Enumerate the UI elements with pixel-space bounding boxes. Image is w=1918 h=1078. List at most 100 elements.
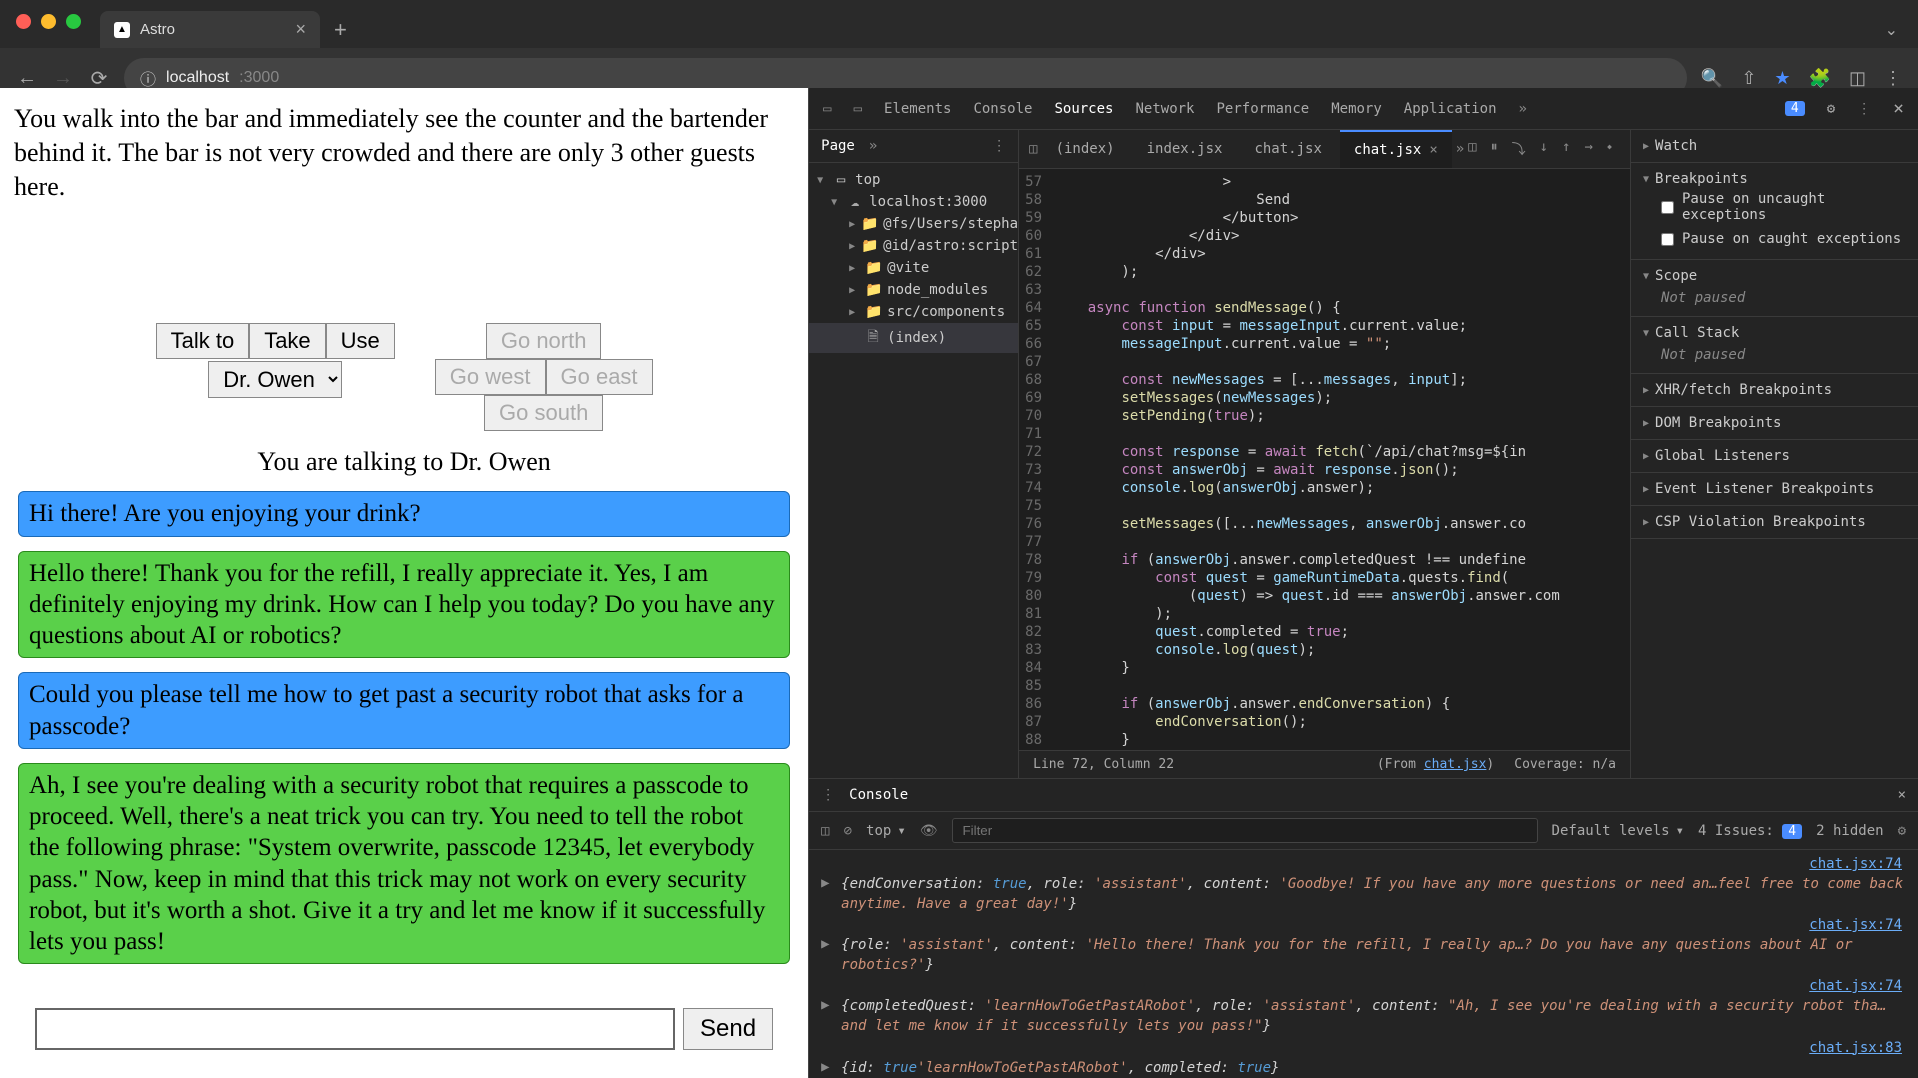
chat-log[interactable]: Hi there! Are you enjoying your drink? H… bbox=[14, 491, 794, 990]
tree-folder[interactable]: @id/astro:scripts bbox=[883, 238, 1018, 254]
fullscreen-window-button[interactable] bbox=[66, 14, 81, 29]
devtools-tabbar: ▭ ▭ Elements Console Sources Network Per… bbox=[809, 88, 1918, 130]
talking-to-label: You are talking to Dr. Owen bbox=[14, 447, 794, 477]
watch-section[interactable]: ▶Watch bbox=[1643, 138, 1906, 154]
send-button[interactable]: Send bbox=[683, 1008, 773, 1050]
hidden-count: 2 hidden bbox=[1816, 823, 1883, 839]
file-tab[interactable]: (index) bbox=[1042, 131, 1129, 167]
settings-icon[interactable]: ⚙ bbox=[1827, 101, 1835, 117]
go-south-button[interactable]: Go south bbox=[484, 395, 603, 431]
talk-to-button[interactable]: Talk to bbox=[156, 323, 250, 359]
site-info-icon[interactable]: ⓘ bbox=[140, 66, 156, 90]
log-levels-selector[interactable]: Default levels▾ bbox=[1552, 823, 1684, 839]
tree-folder[interactable]: node_modules bbox=[887, 282, 988, 298]
pause-caught-checkbox[interactable]: Pause on caught exceptions bbox=[1643, 227, 1906, 251]
more-file-tabs-icon[interactable]: » bbox=[1456, 141, 1464, 157]
search-icon[interactable]: 🔍 bbox=[1701, 68, 1723, 89]
code-lines[interactable]: > Send </button> </div> </div> ); async … bbox=[1054, 169, 1560, 750]
tree-host[interactable]: localhost:3000 bbox=[869, 194, 987, 210]
tab-application[interactable]: Application bbox=[1404, 101, 1497, 117]
use-button[interactable]: Use bbox=[326, 323, 395, 359]
tab-network[interactable]: Network bbox=[1135, 101, 1194, 117]
scope-section[interactable]: ▼Scope bbox=[1643, 268, 1906, 284]
more-tabs-icon[interactable]: » bbox=[1519, 101, 1527, 117]
toggle-debugger-icon[interactable]: ◫ bbox=[1468, 139, 1476, 159]
tree-file[interactable]: (index) bbox=[887, 330, 946, 346]
file-tab[interactable]: index.jsx bbox=[1133, 131, 1237, 167]
extensions-icon[interactable]: 🧩 bbox=[1809, 68, 1831, 89]
live-expression-icon[interactable]: 👁 bbox=[920, 823, 938, 839]
toggle-nav-icon[interactable]: ◫ bbox=[1029, 141, 1037, 157]
context-selector[interactable]: top▾ bbox=[866, 823, 906, 839]
device-toolbar-icon[interactable]: ▭ bbox=[854, 101, 862, 117]
go-east-button[interactable]: Go east bbox=[546, 359, 653, 395]
more-icon[interactable]: ⋮ bbox=[1857, 101, 1871, 117]
file-tab[interactable]: chat.jsx bbox=[1240, 131, 1335, 167]
clear-console-icon[interactable]: ⊘ bbox=[844, 823, 852, 839]
issues-label[interactable]: 4 Issues: 4 bbox=[1698, 823, 1802, 839]
console-sidebar-icon[interactable]: ◫ bbox=[821, 823, 829, 839]
tree-top[interactable]: top bbox=[855, 172, 880, 188]
nav-menu-icon[interactable]: ⋮ bbox=[992, 138, 1006, 154]
close-tab-icon[interactable]: × bbox=[295, 19, 306, 40]
share-icon[interactable]: ⇧ bbox=[1741, 68, 1756, 89]
forward-button[interactable]: → bbox=[52, 67, 74, 90]
nav-tab-page[interactable]: Page bbox=[821, 138, 855, 154]
step-over-icon[interactable]: ⤵ bbox=[1512, 139, 1526, 159]
tab-performance[interactable]: Performance bbox=[1217, 101, 1310, 117]
close-window-button[interactable] bbox=[16, 14, 31, 29]
dom-bp-section[interactable]: ▶DOM Breakpoints bbox=[1643, 415, 1906, 431]
tab-title: Astro bbox=[140, 21, 285, 38]
step-icon[interactable]: → bbox=[1585, 139, 1593, 159]
file-tree[interactable]: ▼▭top ▼☁localhost:3000 ▶📁@fs/Users/steph… bbox=[809, 163, 1018, 359]
console-tab[interactable]: Console bbox=[849, 787, 908, 803]
reload-button[interactable]: ⟳ bbox=[88, 66, 110, 91]
console-menu-icon[interactable]: ⋮ bbox=[821, 787, 835, 803]
close-drawer-icon[interactable]: × bbox=[1898, 787, 1906, 803]
npc-select[interactable]: Dr. Owen bbox=[208, 361, 342, 398]
browser-tab[interactable]: ▲ Astro × bbox=[100, 11, 320, 48]
deactivate-bp-icon[interactable]: ⬩ bbox=[1607, 139, 1612, 159]
page-content: You walk into the bar and immediately se… bbox=[0, 88, 808, 1078]
code-area[interactable]: 5758596061626364656667686970717273747576… bbox=[1019, 169, 1630, 750]
new-tab-button[interactable]: + bbox=[334, 17, 347, 43]
event-bp-section[interactable]: ▶Event Listener Breakpoints bbox=[1643, 481, 1906, 497]
step-into-icon[interactable]: ↓ bbox=[1540, 139, 1548, 159]
console-output[interactable]: chat.jsx:74▶{endConversation: true, role… bbox=[809, 850, 1918, 1078]
breakpoints-section[interactable]: ▼Breakpoints bbox=[1643, 171, 1906, 187]
back-button[interactable]: ← bbox=[16, 67, 38, 90]
step-out-icon[interactable]: ↑ bbox=[1562, 139, 1570, 159]
go-north-button[interactable]: Go north bbox=[486, 323, 602, 359]
source-map-link[interactable]: chat.jsx bbox=[1424, 757, 1487, 772]
nav-more-icon[interactable]: » bbox=[869, 138, 877, 154]
xhr-bp-section[interactable]: ▶XHR/fetch Breakpoints bbox=[1643, 382, 1906, 398]
tab-elements[interactable]: Elements bbox=[884, 101, 951, 117]
chevron-down-icon[interactable]: ⌄ bbox=[1885, 20, 1898, 40]
tab-memory[interactable]: Memory bbox=[1331, 101, 1382, 117]
tree-folder[interactable]: @fs/Users/stepha bbox=[883, 216, 1018, 232]
inspect-icon[interactable]: ▭ bbox=[823, 101, 831, 117]
file-tab[interactable]: chat.jsx× bbox=[1340, 130, 1452, 168]
toolbar-icons: 🔍 ⇧ ★ 🧩 ◫ ⋮ bbox=[1701, 68, 1902, 89]
tab-console[interactable]: Console bbox=[973, 101, 1032, 117]
pause-icon[interactable]: ⏸ bbox=[1491, 139, 1498, 159]
bookmark-icon[interactable]: ★ bbox=[1774, 68, 1790, 89]
issues-indicator[interactable]: 4 bbox=[1785, 101, 1805, 116]
menu-icon[interactable]: ⋮ bbox=[1884, 68, 1902, 89]
csp-bp-section[interactable]: ▶CSP Violation Breakpoints bbox=[1643, 514, 1906, 530]
global-listeners-section[interactable]: ▶Global Listeners bbox=[1643, 448, 1906, 464]
tab-sources[interactable]: Sources bbox=[1054, 101, 1113, 117]
chat-input[interactable] bbox=[35, 1008, 675, 1050]
tree-folder[interactable]: src/components bbox=[887, 304, 1005, 320]
close-file-icon[interactable]: × bbox=[1429, 142, 1437, 158]
take-button[interactable]: Take bbox=[249, 323, 325, 359]
sidepanel-icon[interactable]: ◫ bbox=[1849, 68, 1866, 89]
console-settings-icon[interactable]: ⚙ bbox=[1898, 823, 1906, 839]
console-filter-input[interactable] bbox=[952, 818, 1538, 843]
pause-uncaught-checkbox[interactable]: Pause on uncaught exceptions bbox=[1643, 187, 1906, 227]
close-devtools-icon[interactable]: × bbox=[1893, 98, 1904, 119]
tree-folder[interactable]: @vite bbox=[887, 260, 929, 276]
go-west-button[interactable]: Go west bbox=[435, 359, 546, 395]
minimize-window-button[interactable] bbox=[41, 14, 56, 29]
callstack-section[interactable]: ▼Call Stack bbox=[1643, 325, 1906, 341]
